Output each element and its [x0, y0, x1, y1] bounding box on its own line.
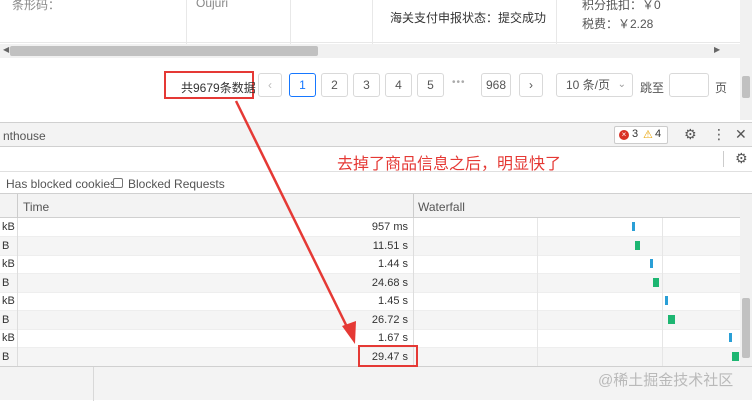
annotation-arrow	[234, 100, 356, 344]
arrow-line	[234, 100, 352, 334]
arrow-head	[342, 321, 356, 344]
